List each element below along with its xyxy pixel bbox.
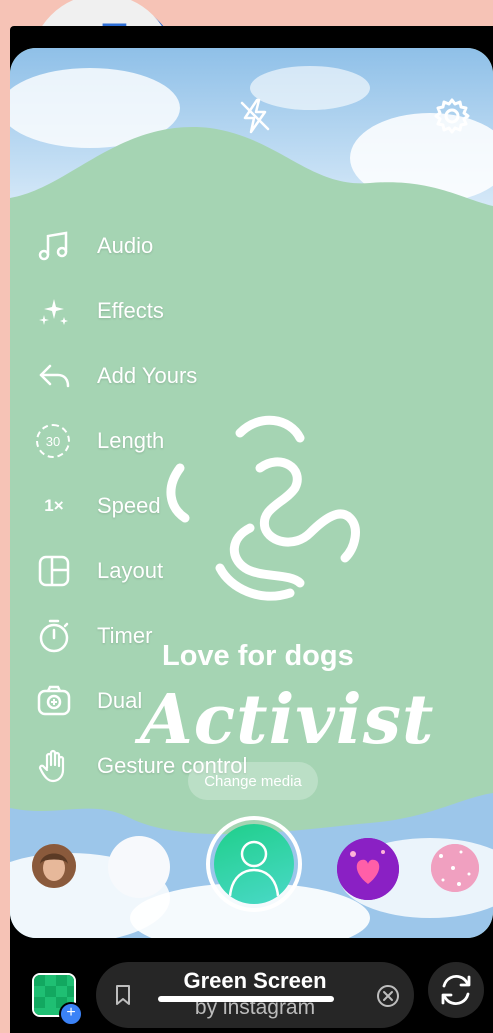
effect-hearts-thumbnail[interactable]: [337, 838, 399, 900]
camera-preview: Audio Effects Add Yours 30 Length 1× Spe…: [10, 48, 493, 938]
avatar-image: [32, 844, 76, 888]
menu-label-layout: Layout: [97, 558, 164, 583]
layout-grid-icon: [38, 555, 70, 587]
menu-label-dual: Dual: [97, 688, 143, 713]
menu-item-add-yours[interactable]: Add Yours: [36, 356, 197, 396]
glitter-effect-icon: [431, 844, 479, 892]
dog-sticker-art: [166, 415, 360, 601]
reply-arrow-icon: [39, 364, 70, 388]
menu-label-audio: Audio: [97, 233, 154, 258]
effect-info-pill[interactable]: Green Screen by instagram: [96, 962, 414, 1028]
menu-item-timer[interactable]: Timer: [36, 616, 152, 656]
menu-item-length[interactable]: 30 Length: [36, 421, 164, 461]
flip-camera-icon: [441, 975, 471, 1005]
menu-item-layout[interactable]: Layout: [36, 551, 163, 591]
speed-icon-text: 1×: [44, 496, 64, 515]
menu-label-timer: Timer: [97, 623, 153, 648]
effect-glitter-thumbnail[interactable]: [431, 844, 479, 892]
hearts-effect-icon: [337, 838, 399, 900]
person-silhouette-icon: [228, 840, 280, 897]
menu-label-effects: Effects: [97, 298, 164, 323]
menu-item-speed[interactable]: 1× Speed: [36, 486, 160, 526]
menu-item-audio[interactable]: Audio: [36, 226, 153, 266]
home-indicator: [158, 996, 334, 1002]
sparkles-icon: [39, 299, 68, 325]
sky-background-top: [10, 48, 493, 228]
timer-30-icon: 30: [36, 424, 70, 458]
settings-gear-icon[interactable]: [432, 96, 472, 136]
change-media-button[interactable]: Change media: [188, 762, 318, 800]
green-screen-effect-preview: [214, 824, 294, 904]
phone-screen: Audio Effects Add Yours 30 Length 1× Spe…: [10, 26, 493, 1033]
capture-shutter-button[interactable]: [206, 816, 302, 912]
camera-dual-icon: [37, 685, 71, 716]
timer-30-text: 30: [45, 433, 61, 449]
flash-off-icon[interactable]: [235, 96, 275, 136]
menu-label-speed: Speed: [97, 493, 161, 518]
menu-item-effects[interactable]: Effects: [36, 291, 164, 331]
profile-avatar-thumbnail[interactable]: [32, 844, 76, 888]
menu-label-length: Length: [97, 428, 165, 453]
menu-item-gesture-control[interactable]: Gesture control: [36, 746, 247, 786]
menu-label-add-yours: Add Yours: [97, 363, 198, 388]
music-note-icon: [38, 231, 68, 261]
effect-blank-thumbnail[interactable]: [108, 836, 170, 898]
menu-item-dual[interactable]: Dual: [36, 681, 142, 721]
sticker-text-love-for-dogs: Love for dogs: [162, 640, 354, 672]
add-plus-icon: +: [59, 1002, 83, 1026]
flip-camera-button[interactable]: [428, 962, 484, 1018]
close-circle-icon[interactable]: [376, 984, 400, 1008]
speed-icon: 1×: [36, 488, 72, 524]
effect-title: Green Screen: [183, 968, 327, 993]
hand-icon: [38, 749, 65, 783]
stopwatch-icon: [39, 619, 69, 653]
bottom-bar: + Green Screen by instagram: [10, 938, 493, 1033]
sticker-text-activist: Activist: [140, 680, 435, 760]
